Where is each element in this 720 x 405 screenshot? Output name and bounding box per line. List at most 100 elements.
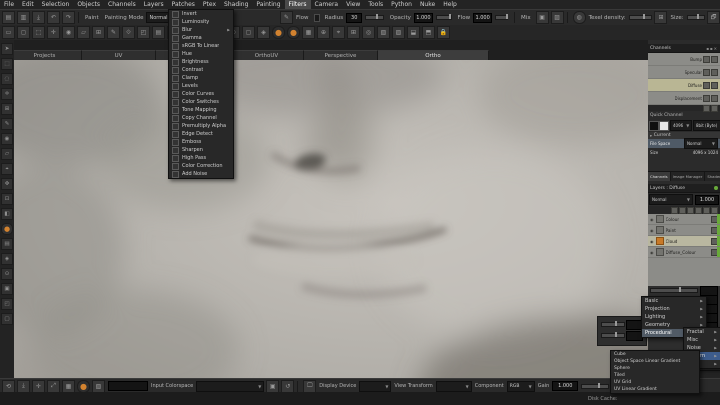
sidebar-tool-icon[interactable]: ✥ (1, 178, 13, 190)
add-layer-menu-item[interactable]: Projection ▶ (642, 305, 706, 313)
pattern-submenu-item[interactable]: UV Linear Gradient (611, 386, 699, 393)
pattern-submenu-item[interactable]: Object Space Linear Gradient (611, 358, 699, 365)
opacity-field[interactable]: 1.000 (413, 12, 433, 23)
tool-icon[interactable]: ◈ (257, 26, 270, 39)
filters-menu-item[interactable]: Hue (169, 50, 233, 58)
channel-lock-icon[interactable] (711, 68, 718, 76)
tool-icon[interactable]: ⟐ (122, 26, 135, 39)
quick-channel-depth-dropdown[interactable]: 8bit (Byte)▼ (693, 120, 720, 131)
filters-menu-item[interactable]: Blur ▶ (169, 26, 233, 34)
mix-mode-alt-icon[interactable]: ▨ (550, 11, 564, 24)
file-tool-icon[interactable]: ▤ (2, 11, 15, 24)
sidebar-tool-icon[interactable]: ✛ (1, 88, 13, 100)
black-color-swatch[interactable] (649, 120, 659, 131)
viewport-canvas[interactable] (14, 60, 648, 378)
texel-density-options-icon[interactable]: ⊞ (654, 11, 668, 24)
filters-menu-item[interactable]: Levels (169, 82, 233, 90)
display-device-icon[interactable]: 🖵 (303, 379, 317, 393)
component-dropdown[interactable]: RGB ▼ (506, 380, 535, 392)
mix-mode-icon[interactable]: ▣ (535, 11, 549, 24)
sidebar-tool-icon[interactable]: ▢ (1, 313, 13, 325)
sidebar-tool-icon[interactable]: ▣ (1, 283, 13, 295)
size-options-icon[interactable]: 🗗 (707, 11, 720, 24)
pattern-submenu-item[interactable]: Tiled (611, 372, 699, 379)
add-channel-button[interactable] (703, 104, 710, 112)
flow-slider[interactable] (495, 14, 509, 20)
filters-menu-item[interactable]: Color Curves (169, 90, 233, 98)
filters-menu-item[interactable]: sRGB To Linear (169, 42, 233, 50)
sidebar-tool-icon[interactable]: ✎ (1, 118, 13, 130)
tool-icon[interactable]: ◉ (62, 26, 75, 39)
channel-lock-icon[interactable] (711, 55, 718, 63)
channel-lock-icon[interactable] (711, 94, 718, 102)
panel-slider[interactable] (601, 332, 625, 338)
tool-icon[interactable]: ⊞ (347, 26, 360, 39)
channel-row[interactable]: Displacement (648, 92, 720, 105)
palette-tab[interactable]: Image Manager (671, 172, 706, 181)
sidebar-tool-icon[interactable]: ◰ (1, 298, 13, 310)
file-space-dropdown[interactable]: Normal ▼ (684, 138, 718, 149)
texel-density-slider[interactable] (628, 14, 653, 20)
tool-icon[interactable]: ◎ (362, 26, 375, 39)
procedural-submenu-item[interactable]: Fractal ▶ (684, 328, 720, 336)
menu-bar-item[interactable]: Filters (284, 0, 311, 9)
filters-menu-item[interactable]: Color Switches (169, 98, 233, 106)
procedural-submenu-item[interactable]: Misc ▶ (684, 336, 720, 344)
menu-bar-item[interactable]: Channels (104, 0, 140, 9)
add-layer-menu-item[interactable]: Basic ▶ (642, 297, 706, 305)
tool-icon[interactable]: ⊕ (317, 26, 330, 39)
channel-row[interactable]: Specular (648, 66, 720, 79)
menu-bar-item[interactable]: File (0, 0, 18, 9)
gain-field[interactable]: 1.000 (552, 381, 579, 391)
menu-bar-item[interactable]: Edit (18, 0, 38, 9)
filters-menu-item[interactable]: Color Correction (169, 162, 233, 170)
delete-layer-button[interactable] (711, 206, 718, 214)
menu-bar-item[interactable]: Tools (364, 0, 387, 9)
sidebar-tool-icon[interactable]: ● (1, 223, 13, 235)
tool-icon[interactable]: ⬒ (422, 26, 435, 39)
menu-bar-item[interactable]: Shading (220, 0, 252, 9)
group-layers-button[interactable] (703, 206, 710, 214)
filters-menu-item[interactable]: Add Noise (169, 170, 233, 178)
filters-menu-item[interactable]: Copy Channel (169, 114, 233, 122)
sidebar-tool-icon[interactable]: ▱ (1, 148, 13, 160)
panel-slider[interactable] (601, 321, 625, 327)
tool-icon[interactable]: ▨ (392, 26, 405, 39)
layer-row[interactable]: ◉ Colour (648, 214, 720, 225)
pattern-submenu-item[interactable]: Sphere (611, 365, 699, 372)
palette-tab[interactable]: Shaders (705, 172, 720, 181)
remove-channel-button[interactable] (711, 104, 718, 112)
nav-icon[interactable]: ⤢ (47, 379, 60, 393)
procedural-slider[interactable] (650, 287, 698, 293)
menu-bar-item[interactable]: Python (387, 0, 416, 9)
filters-menu-item[interactable]: Premultiply Alpha (169, 122, 233, 130)
tool-icon[interactable]: ▭ (2, 26, 15, 39)
tool-icon[interactable]: ⊞ (92, 26, 105, 39)
menu-bar-item[interactable]: Layers (140, 0, 168, 9)
texel-globe-icon[interactable]: ◍ (572, 11, 586, 24)
nav-icon[interactable]: ▦ (62, 379, 75, 393)
nav-icon[interactable]: ▧ (92, 379, 105, 393)
filters-menu-item[interactable]: Luminosity (169, 18, 233, 26)
filters-menu-item[interactable]: Gamma (169, 34, 233, 42)
menu-bar-item[interactable]: Patches (168, 0, 199, 9)
display-device-dropdown[interactable]: ▼ (359, 380, 392, 392)
filters-menu-item[interactable]: Brightness (169, 58, 233, 66)
menu-bar-item[interactable]: View (342, 0, 364, 9)
tool-icon[interactable]: ● (272, 26, 285, 39)
add-adjustment-button[interactable] (679, 206, 686, 214)
add-layer-button[interactable] (671, 206, 678, 214)
tool-icon[interactable]: ▤ (152, 26, 165, 39)
nav-icon[interactable]: ● (77, 379, 90, 393)
palette-controls-icon[interactable]: ▪▪✕ (706, 46, 718, 51)
flow-field[interactable]: 1.000 (473, 12, 493, 23)
input-colorspace-dropdown[interactable]: ▼ (196, 380, 265, 392)
pattern-submenu-item[interactable]: UV Grid (611, 379, 699, 386)
add-mask-button[interactable] (695, 206, 702, 214)
tool-icon[interactable]: ✛ (47, 26, 60, 39)
view-transform-dropdown[interactable]: ▼ (435, 380, 472, 392)
layers-palette-titlebar[interactable]: Layers : Diffuse (648, 184, 720, 193)
file-tool-icon[interactable]: ↶ (47, 11, 60, 24)
sidebar-tool-icon[interactable]: ⊡ (1, 193, 13, 205)
filters-menu-item[interactable]: Contrast (169, 66, 233, 74)
